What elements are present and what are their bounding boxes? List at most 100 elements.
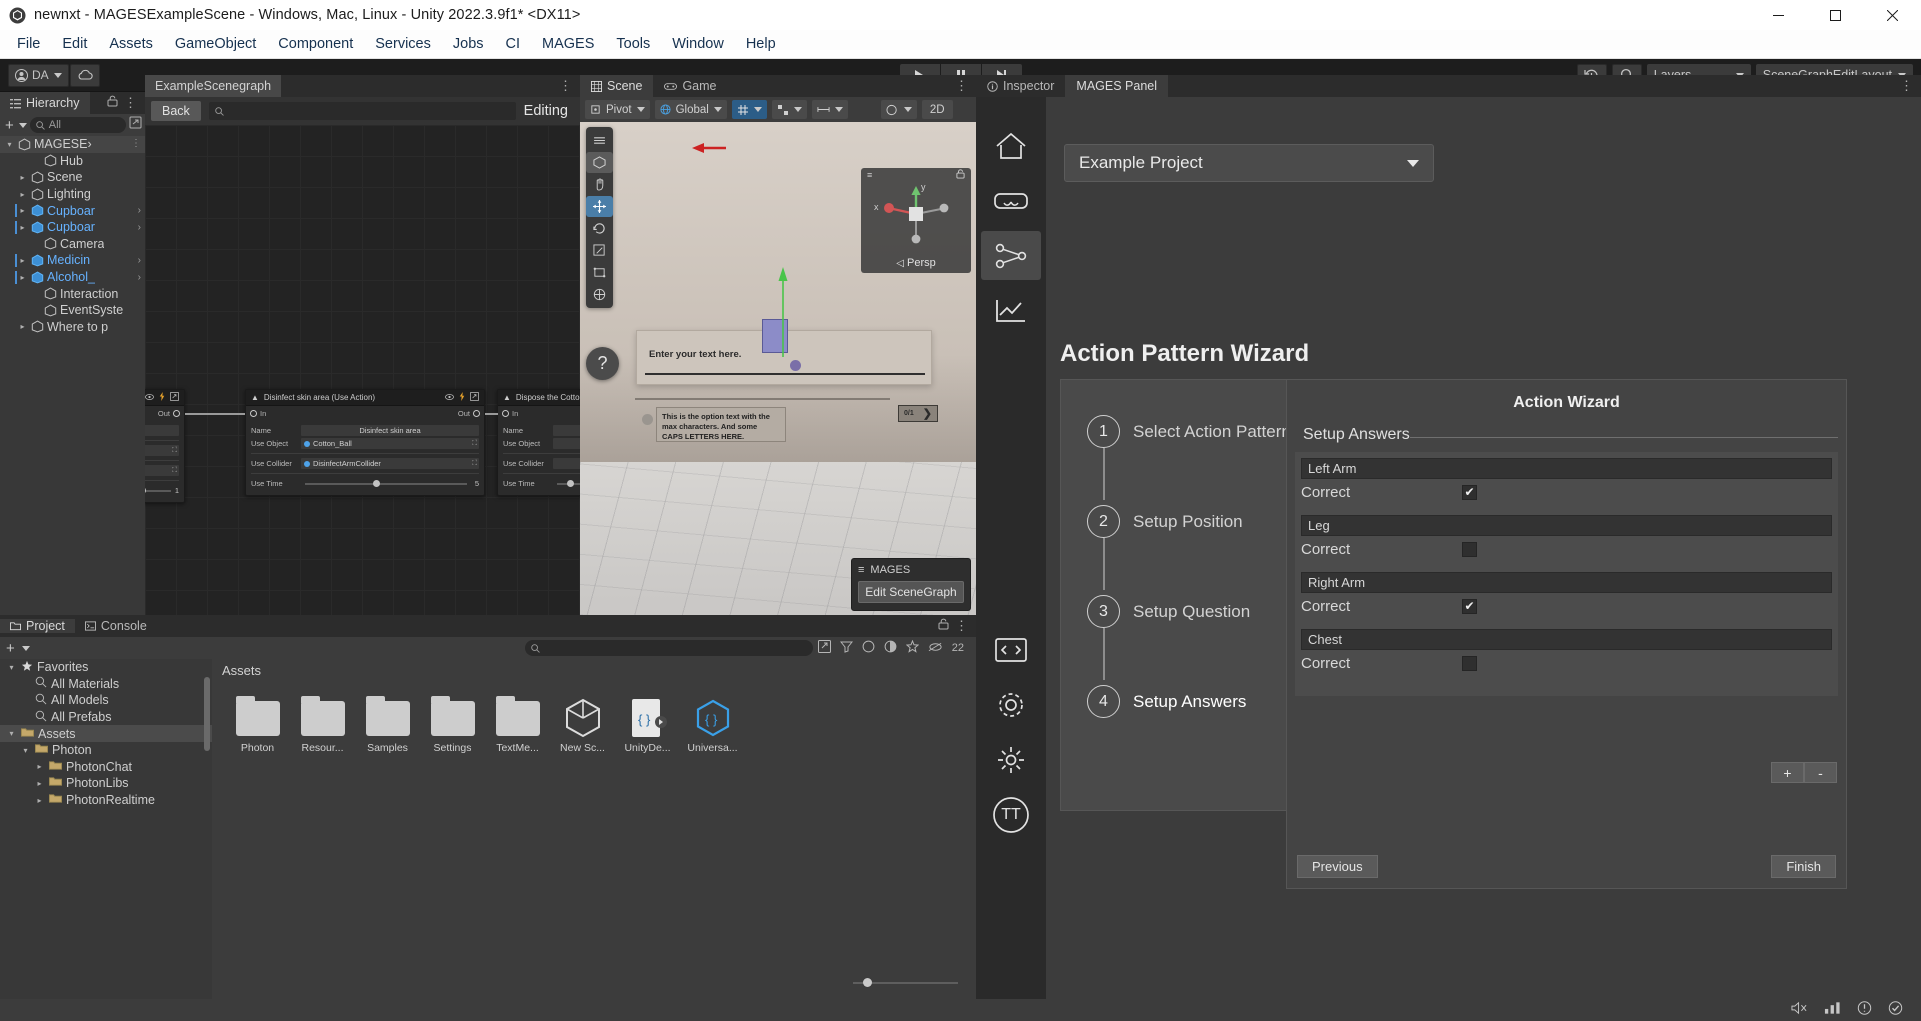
hierarchy-item[interactable]: ▸ Scene [0,169,145,186]
handle-purple[interactable] [790,360,801,371]
sidebar-item-code[interactable] [981,625,1041,674]
vr-next-button[interactable]: 0/1 ❯ [898,405,938,422]
twisty-icon[interactable]: ▸ [17,256,28,265]
use-time-slider[interactable] [557,479,580,487]
global-dropdown[interactable]: Global [654,100,727,119]
eye-icon[interactable] [145,393,154,402]
chevron-right-icon[interactable]: › [138,205,145,216]
wizard-step-3[interactable]: 3 Setup Question [1087,595,1250,628]
node-header[interactable]: ▲ Dispose the Cotton B [498,390,580,406]
asset-item[interactable]: Settings [421,695,484,754]
project-tree-item[interactable]: ▾ Photon [0,742,212,759]
tab-game[interactable]: Game [653,75,727,97]
add-answer-button[interactable]: + [1771,762,1804,783]
node-header[interactable]: ▲ Disinfect skin area (Use Action) [246,390,484,406]
cube-icon[interactable] [586,152,613,173]
twisty-icon[interactable]: ▸ [17,173,28,182]
correct-checkbox[interactable] [1462,541,1477,557]
twisty-icon[interactable]: ▸ [17,223,28,232]
check-icon[interactable] [1888,1000,1903,1020]
hierarchy-item[interactable]: ▸ Alcohol_ › [0,269,145,286]
asset-item[interactable]: TextMe... [486,695,549,754]
hierarchy-view-options-icon[interactable] [129,116,142,134]
hierarchy-item[interactable]: EventSyste [0,302,145,319]
node-collapse-icon[interactable]: ▲ [503,393,511,402]
menu-help[interactable]: Help [735,32,787,56]
wizard-step-2[interactable]: 2 Setup Position [1087,505,1243,538]
chevron-right-icon[interactable]: › [138,272,145,283]
scale-icon[interactable] [586,240,613,261]
move-icon[interactable] [586,196,613,217]
snap-increment-dropdown[interactable] [771,100,807,119]
correct-checkbox[interactable] [1462,655,1477,671]
menu-edit[interactable]: Edit [51,32,98,56]
sidebar-item-scenegraph[interactable] [981,231,1041,280]
add-gameobject-button[interactable]: + [3,117,16,134]
scene-canvas[interactable]: Enter your text here. This is the option… [580,122,976,615]
menu-jobs[interactable]: Jobs [442,32,495,56]
object-picker-icon[interactable]: ⛶ [472,460,477,468]
wizard-step-4[interactable]: 4 Setup Answers [1087,685,1246,718]
favorite-icon[interactable] [905,639,920,656]
hierarchy-item-menu-icon[interactable]: ⋮ [131,139,145,149]
hierarchy-search-input[interactable]: All [29,117,126,133]
menu-window[interactable]: Window [661,32,735,56]
asset-zoom-slider[interactable] [853,977,958,989]
2d-toggle[interactable]: 2D [921,100,953,119]
transform-icon[interactable] [586,284,613,305]
scenegraph-canvas[interactable]: ▲ [145,125,580,615]
project-tree-item[interactable]: All Materials [0,676,212,693]
menu-tools[interactable]: Tools [605,32,661,56]
twisty-icon[interactable]: ▸ [17,190,28,199]
tab-console[interactable]: Console [74,619,157,633]
move-gizmo-y-axis[interactable] [778,267,788,357]
hierarchy-item[interactable]: ▸ Where to p [0,319,145,336]
twisty-icon[interactable]: ▸ [34,762,45,771]
project-assets-grid[interactable]: Assets Photon Resour... Samples Settings Tex… [212,659,976,999]
project-tree-item[interactable]: ▸ PhotonLibs [0,775,212,792]
tab-project[interactable]: Project [0,619,75,633]
gizmo-axes[interactable]: y x [861,178,971,250]
save-search-icon[interactable] [817,640,831,656]
inspector-menu-icon[interactable]: ⋮ [1900,79,1913,92]
sidebar-item-settings[interactable] [981,680,1041,729]
chevron-right-icon[interactable]: › [138,222,145,233]
remove-answer-button[interactable]: - [1804,762,1837,783]
hierarchy-tree[interactable]: ▾ MAGESE› ⋮ Hub ▸ Scene ▸ Lighting ▸ Cupboar › ▸ Cup… [0,136,145,335]
tab-mages-panel[interactable]: MAGES Panel [1065,75,1169,97]
grid-snap-dropdown[interactable] [731,100,767,119]
project-tree-item[interactable]: ▸ PhotonChat [0,759,212,776]
hand-icon[interactable] [586,174,613,195]
hierarchy-item[interactable]: ▸ Cupboar › [0,219,145,236]
filter-type-icon[interactable] [862,640,875,656]
lightning-icon[interactable] [159,392,165,403]
sidebar-item-home[interactable] [981,121,1041,170]
hierarchy-item[interactable]: Interaction [0,285,145,302]
cloud-button[interactable] [69,63,100,87]
name-field-value[interactable]: Disinfect skin area [301,425,479,436]
filter-label-icon[interactable] [884,640,897,656]
vr-option-text-box[interactable]: This is the option text with the max cha… [656,407,786,442]
edit-scenegraph-button[interactable]: Edit SceneGraph [858,581,964,603]
filter-assets-icon[interactable] [839,640,853,656]
pivot-dropdown[interactable]: Pivot [585,100,650,119]
menu-services[interactable]: Services [364,32,442,56]
sidebar-item-analytics[interactable] [981,286,1041,335]
use-time-slider[interactable] [305,479,467,487]
scene-menu-icon[interactable]: ⋮ [955,79,968,92]
tab-scene[interactable]: Scene [580,75,654,97]
project-search-input[interactable] [524,640,813,656]
scenegraph-node[interactable]: ▲ Disinfect skin area (Use Action) In Ou… [245,389,485,496]
asset-item[interactable]: Samples [356,695,419,754]
menu-component[interactable]: Component [267,32,364,56]
menu-assets[interactable]: Assets [98,32,164,56]
maximize-button[interactable] [1807,0,1864,30]
ruler-dropdown[interactable] [811,100,848,119]
twisty-icon[interactable]: ▸ [34,779,45,788]
twisty-icon[interactable]: ▸ [17,273,28,282]
expand-icon[interactable] [470,392,479,403]
project-menu-icon[interactable]: ⋮ [955,619,968,632]
project-tree-item[interactable]: ▾ Assets [0,725,212,742]
hierarchy-item[interactable]: ▸ Lighting [0,186,145,203]
use-collider-value[interactable]: ⛶ [553,458,580,469]
